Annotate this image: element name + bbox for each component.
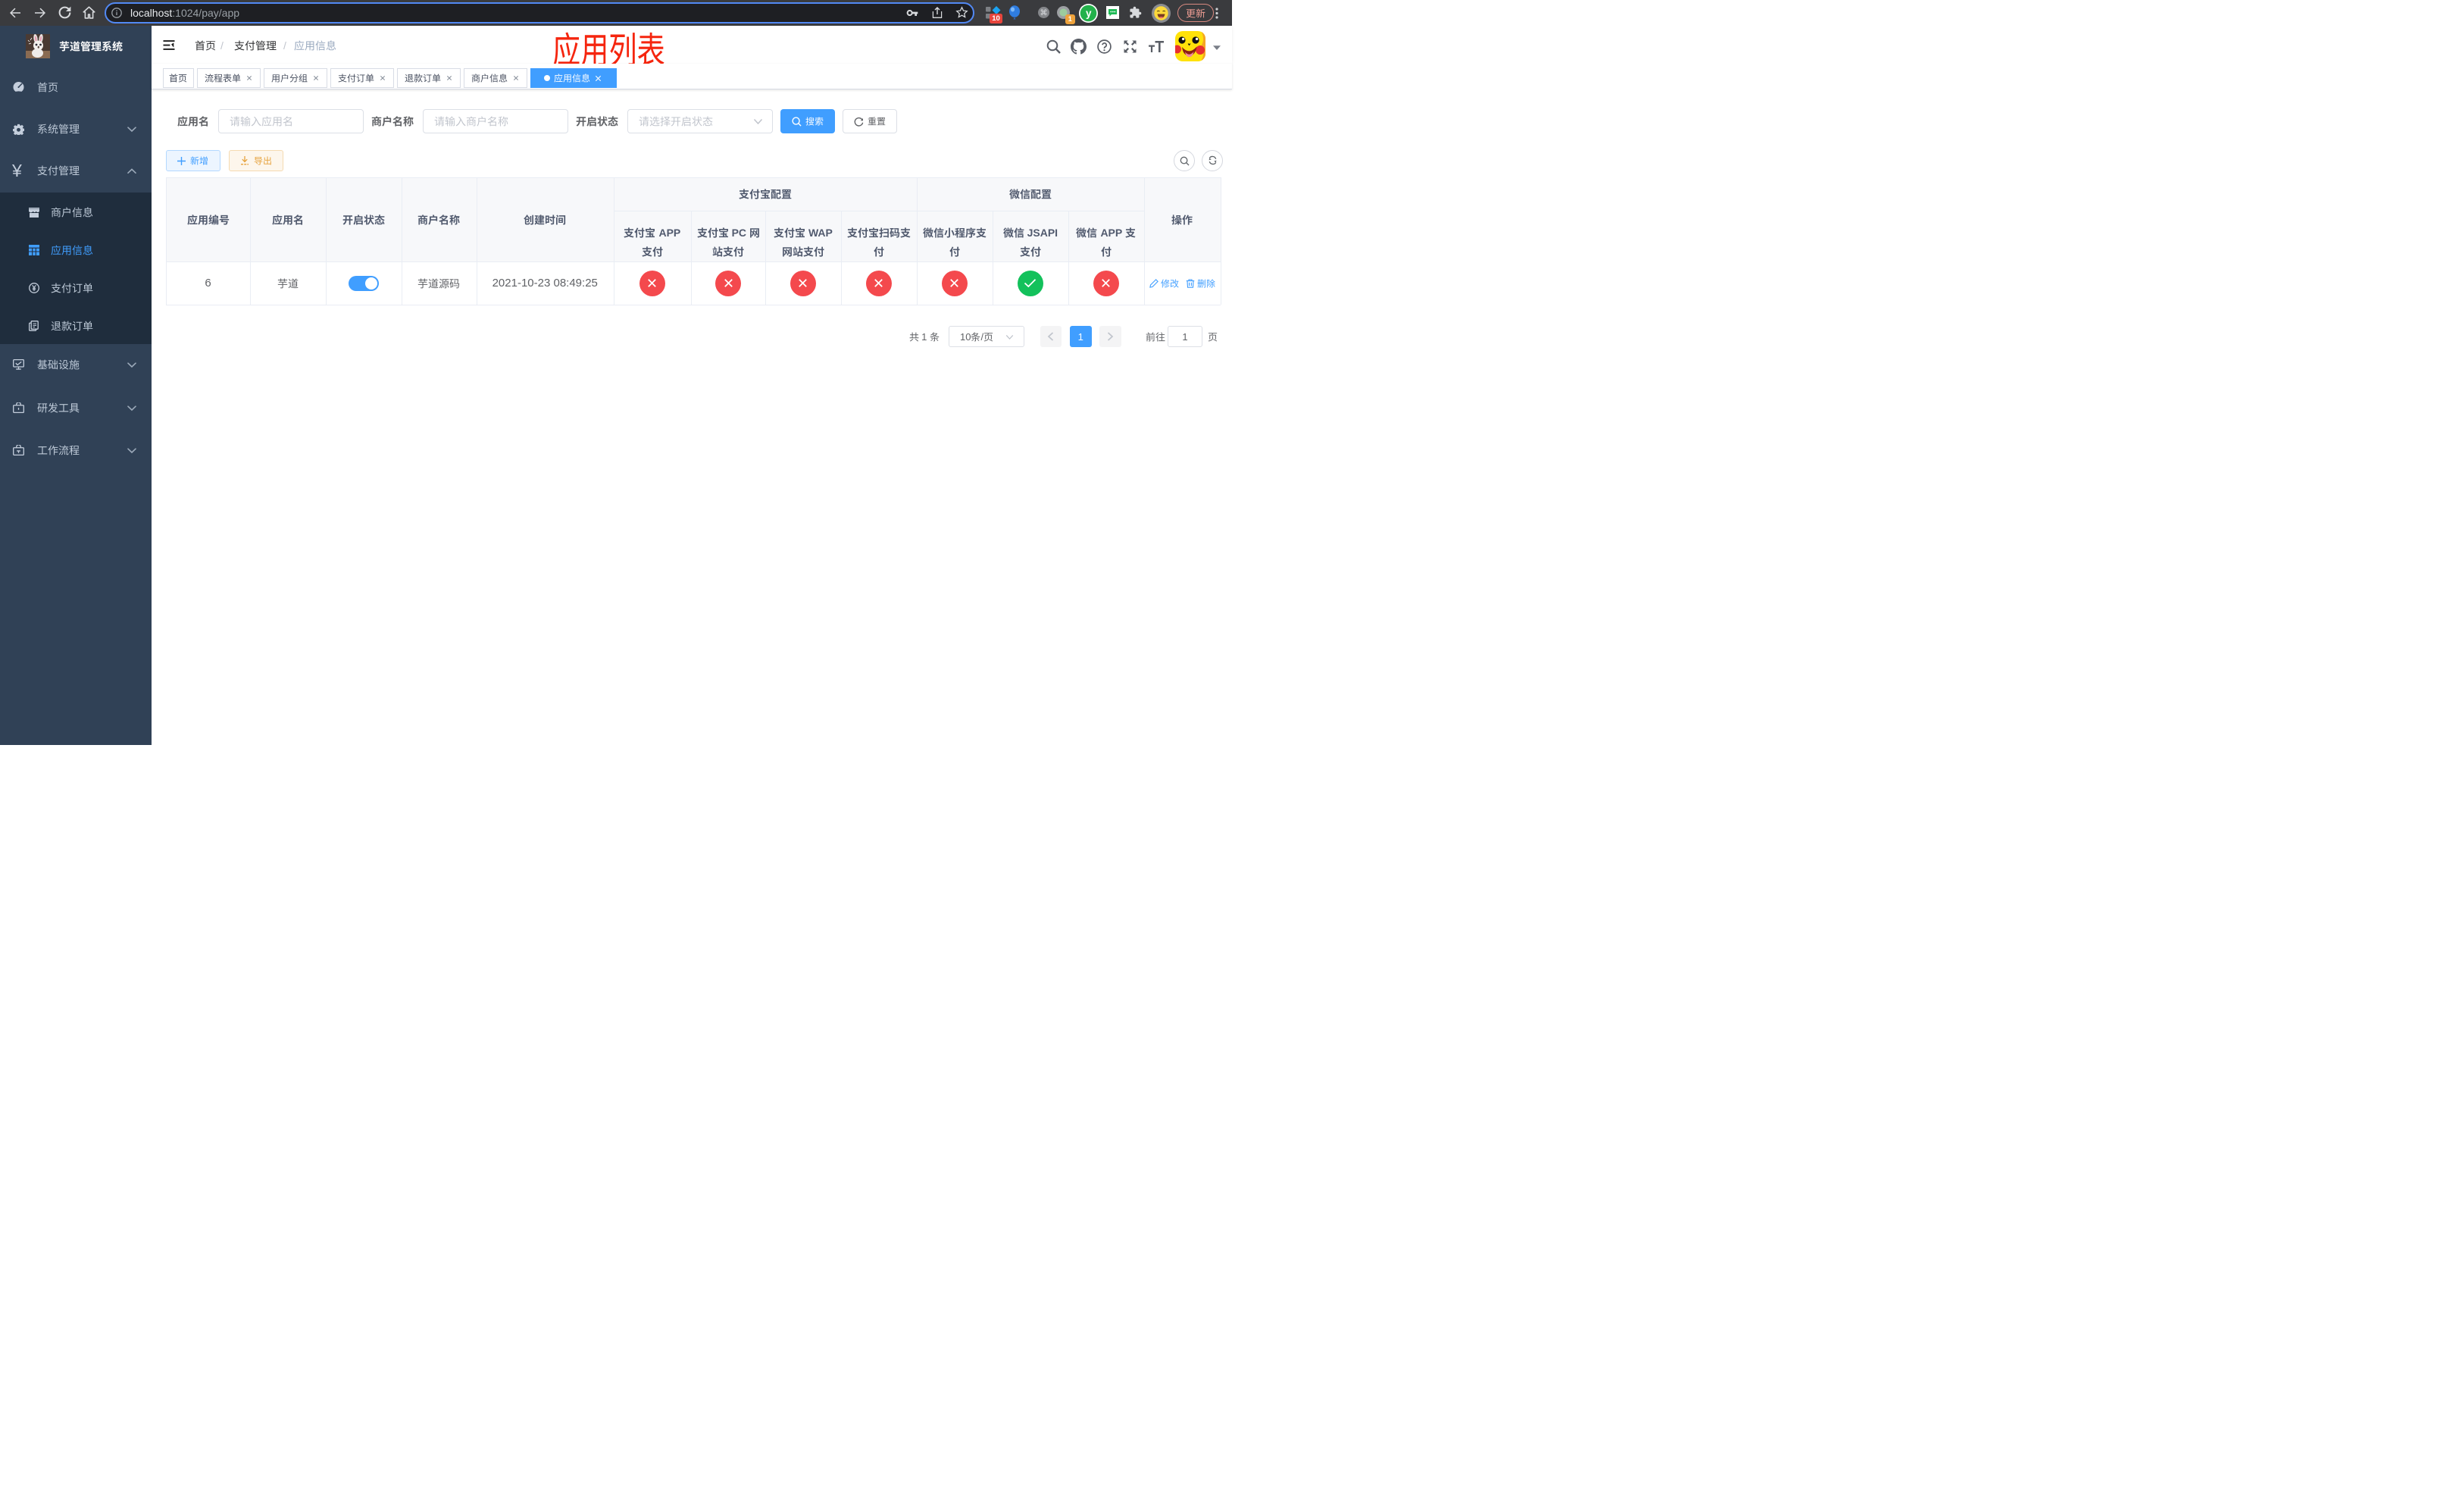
svg-text:y: y	[1086, 8, 1092, 19]
svg-text:⌘: ⌘	[1040, 9, 1048, 17]
